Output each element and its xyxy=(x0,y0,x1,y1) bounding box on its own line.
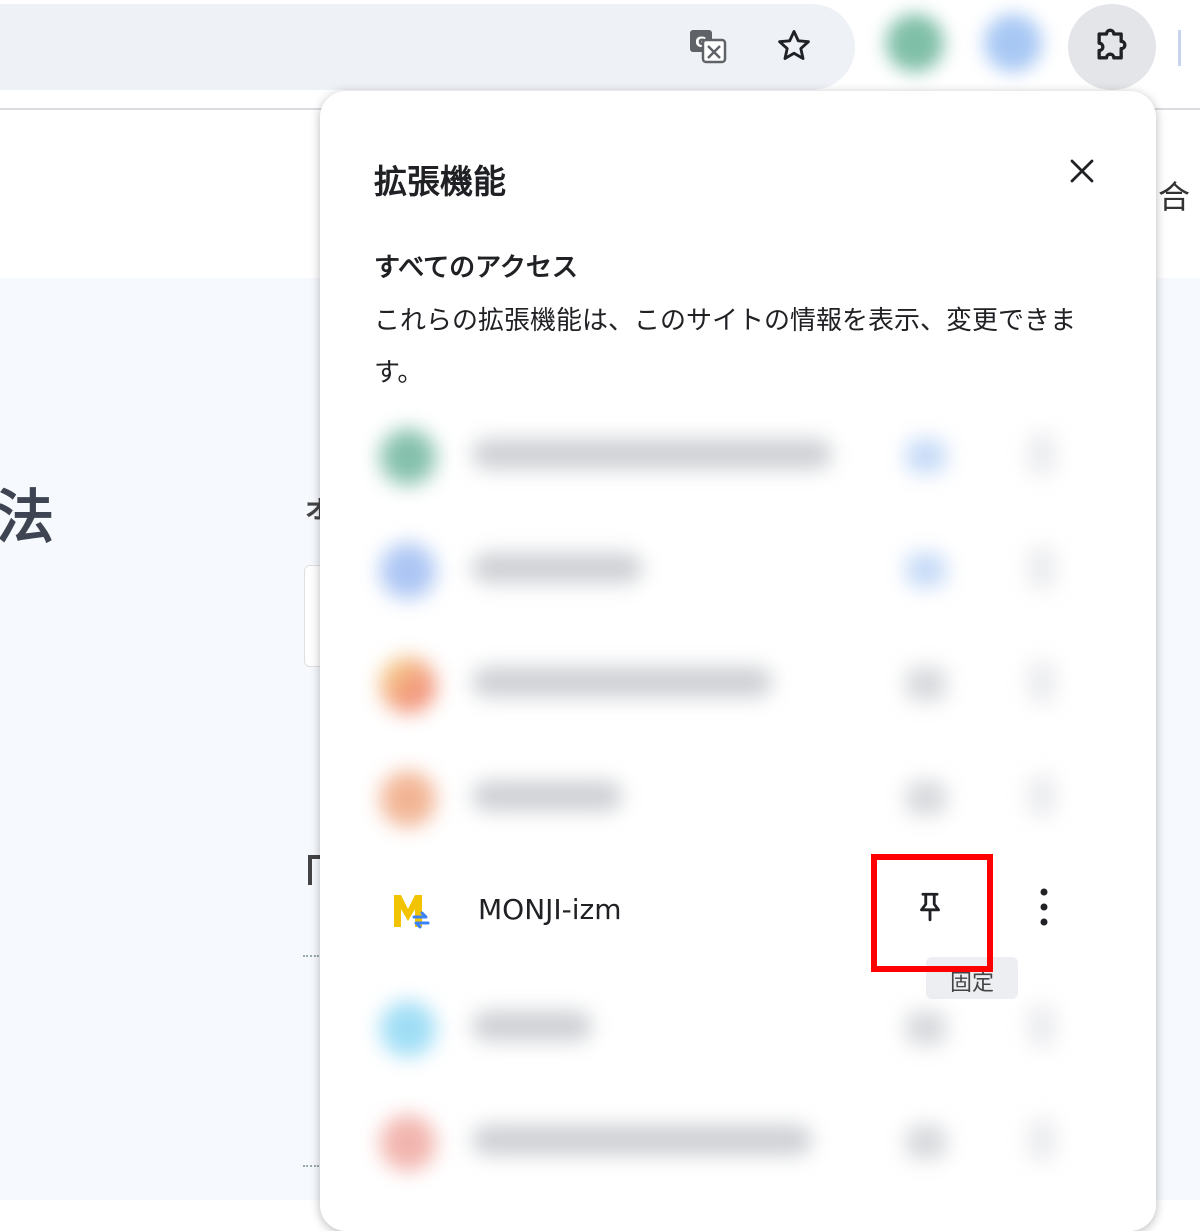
extension-row-blurred[interactable] xyxy=(320,749,1156,841)
page-heading-fragment: 法 xyxy=(0,483,55,551)
extension-icon xyxy=(380,1115,436,1171)
puzzle-icon xyxy=(1090,23,1134,71)
extension-icon xyxy=(380,543,436,599)
more-vert-icon[interactable] xyxy=(1028,775,1056,817)
more-vert-icon[interactable] xyxy=(1028,1005,1056,1047)
section-title: すべてのアクセス xyxy=(374,253,578,283)
extension-name-blurred xyxy=(472,667,772,697)
extensions-button[interactable] xyxy=(1068,4,1156,90)
more-vert-icon[interactable] xyxy=(1028,547,1056,589)
extension-row-blurred[interactable] xyxy=(320,521,1156,613)
pin-icon[interactable] xyxy=(906,1011,946,1045)
extension-row-monji-izm[interactable]: MONJI-izm xyxy=(320,863,1156,955)
more-vert-icon[interactable] xyxy=(1028,661,1056,703)
close-icon xyxy=(1067,156,1097,190)
more-vert-icon xyxy=(1038,886,1050,932)
extension-name: MONJI-izm xyxy=(478,893,622,926)
extension-row-blurred[interactable] xyxy=(320,407,1156,499)
highlight-annotation-box xyxy=(871,854,993,972)
extension-name-blurred xyxy=(472,1011,592,1041)
pinned-extension-icon[interactable] xyxy=(886,14,944,72)
extension-icon xyxy=(380,657,436,713)
pin-icon[interactable] xyxy=(906,1125,946,1159)
more-vert-icon[interactable] xyxy=(1028,433,1056,475)
extension-row-blurred[interactable] xyxy=(320,1093,1156,1185)
more-vert-icon[interactable] xyxy=(1028,1119,1056,1161)
toolbar-separator xyxy=(1178,30,1181,66)
extension-name-blurred xyxy=(472,781,622,811)
extension-icon xyxy=(380,1001,436,1057)
close-button[interactable] xyxy=(1058,149,1106,197)
popup-title: 拡張機能 xyxy=(374,162,506,201)
pinned-extension-icon[interactable] xyxy=(984,14,1042,72)
extension-name-blurred xyxy=(472,553,642,583)
extension-name-blurred xyxy=(472,439,832,469)
section-description: これらの拡張機能は、このサイトの情報を表示、変更できます。 xyxy=(374,306,1077,388)
pin-icon[interactable] xyxy=(906,781,946,815)
extension-icon xyxy=(380,429,436,485)
pin-icon[interactable] xyxy=(906,667,946,701)
pin-icon[interactable] xyxy=(906,439,946,473)
page-divider xyxy=(303,955,319,957)
extension-name-blurred xyxy=(472,1125,812,1155)
extensions-menu: 拡張機能 すべてのアクセス これらの拡張機能は、このサイトの情報を表示、変更でき… xyxy=(320,91,1156,1231)
extension-row-blurred[interactable] xyxy=(320,635,1156,727)
extension-icon xyxy=(380,771,436,827)
page-text-fragment: 合 xyxy=(1158,178,1191,216)
translate-icon[interactable]: G xyxy=(688,26,728,66)
page-divider xyxy=(303,1165,319,1167)
more-options-button[interactable] xyxy=(1020,881,1068,937)
bookmark-star-icon[interactable] xyxy=(774,26,814,66)
page-text-fragment: ォ xyxy=(302,490,322,525)
monji-izm-logo-icon xyxy=(388,887,436,935)
extension-row-blurred[interactable] xyxy=(320,979,1156,1071)
pin-icon[interactable] xyxy=(906,553,946,587)
